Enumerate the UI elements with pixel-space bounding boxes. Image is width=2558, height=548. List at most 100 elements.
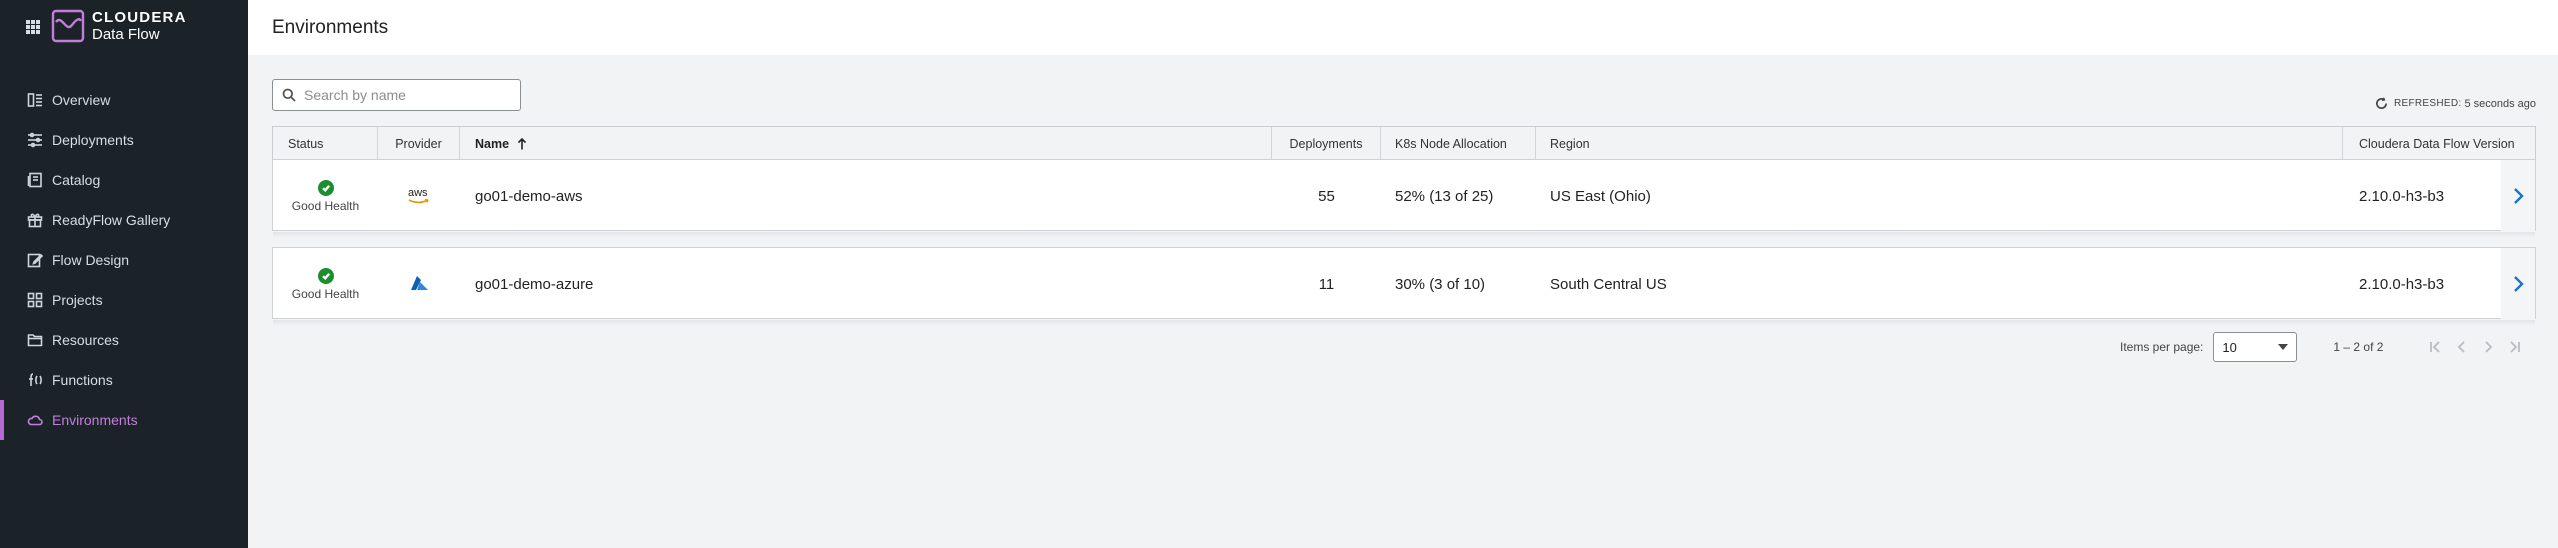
search-box[interactable] <box>272 79 521 111</box>
column-header-label: Provider <box>395 136 442 151</box>
sidebar-item-label: Catalog <box>52 172 101 188</box>
chevron-right-icon <box>2485 341 2493 353</box>
sidebar-item-label: Flow Design <box>52 252 130 268</box>
status-cell: Good Health <box>273 248 378 320</box>
column-header-label: Status <box>288 136 324 151</box>
region-cell: South Central US <box>1550 275 1667 293</box>
sidebar-item-catalog[interactable]: Catalog <box>0 160 248 200</box>
version-cell: 2.10.0-h3-b3 <box>2359 187 2445 205</box>
sidebar-item-projects[interactable]: Projects <box>0 280 248 320</box>
table-row[interactable]: Good Health go01-demo-azure 11 30% (3 of… <box>272 247 2536 326</box>
deployments-cell: 11 <box>1318 275 1335 293</box>
items-per-page-value: 10 <box>2222 339 2237 355</box>
chevron-left-icon <box>2458 341 2466 353</box>
sidebar-item-readyflow-gallery[interactable]: ReadyFlow Gallery <box>0 200 248 240</box>
deployments-icon <box>26 131 44 149</box>
k8s-allocation-cell: 52% (13 of 25) <box>1395 187 1494 205</box>
pagination: Items per page: 10 1 – 2 of 2 <box>2120 332 2527 362</box>
status-text: Good Health <box>291 286 360 301</box>
check-circle-icon <box>317 179 334 196</box>
refresh-time: 5 seconds ago <box>2464 97 2536 110</box>
column-header-label: Name <box>475 136 510 151</box>
column-header-status[interactable]: Status <box>273 127 378 160</box>
version-cell: 2.10.0-h3-b3 <box>2359 275 2445 293</box>
column-header-label: K8s Node Allocation <box>1395 136 1507 151</box>
refresh-status[interactable]: REFRESHED: 5 seconds ago <box>2375 97 2536 110</box>
refresh-icon <box>2376 97 2387 109</box>
column-header-region[interactable]: Region <box>1536 127 2343 160</box>
first-page-button[interactable] <box>2423 334 2449 360</box>
sidebar-item-flow-design[interactable]: Flow Design <box>0 240 248 280</box>
caret-down-icon <box>2278 344 2289 350</box>
status-cell: Good Health <box>273 160 378 232</box>
overview-icon <box>26 91 44 109</box>
items-per-page-label: Items per page: <box>2120 340 2204 354</box>
row-details-button[interactable] <box>2501 248 2535 320</box>
row-details-button[interactable] <box>2501 160 2535 232</box>
sort-ascending-icon <box>517 137 527 149</box>
sidebar-item-label: Overview <box>52 92 111 108</box>
sidebar-item-resources[interactable]: Resources <box>0 320 248 360</box>
gift-icon <box>26 211 44 229</box>
brand: CLOUDERA Data Flow <box>0 0 248 52</box>
refresh-label: REFRESHED: <box>2393 98 2462 109</box>
catalog-icon <box>26 171 44 189</box>
column-header-name[interactable]: Name <box>460 127 1272 160</box>
app-switcher-icon[interactable] <box>26 20 40 34</box>
sidebar-item-label: ReadyFlow Gallery <box>52 212 171 228</box>
column-header-k8s-allocation[interactable]: K8s Node Allocation <box>1381 127 1536 160</box>
table-row[interactable]: Good Health aws go01-demo-aws 55 52% (13… <box>272 159 2536 238</box>
brand-product: Data Flow <box>92 26 160 43</box>
chevron-right-icon <box>2514 276 2524 292</box>
sidebar-item-label: Resources <box>52 332 119 348</box>
next-page-button[interactable] <box>2475 334 2501 360</box>
dataflow-logo-icon <box>51 9 85 43</box>
sidebar-item-functions[interactable]: Functions <box>0 360 248 400</box>
last-page-button[interactable] <box>2501 334 2527 360</box>
region-cell: US East (Ohio) <box>1550 187 1651 205</box>
name-cell: go01-demo-azure <box>475 275 594 293</box>
environments-table: Status Provider Name Deployments K8s Nod… <box>272 126 2537 326</box>
sidebar: CLOUDERA Data Flow Overview Deployments … <box>0 0 248 548</box>
provider-cell <box>378 248 460 320</box>
sidebar-item-label: Projects <box>52 292 103 308</box>
sidebar-item-label: Environments <box>52 412 138 428</box>
deployments-cell: 55 <box>1318 187 1335 205</box>
name-cell: go01-demo-aws <box>475 187 583 205</box>
folder-icon <box>26 331 44 349</box>
edit-icon <box>26 251 44 269</box>
column-header-version[interactable]: Cloudera Data Flow Version <box>2343 127 2537 160</box>
column-header-provider[interactable]: Provider <box>378 127 460 160</box>
provider-text: aws <box>408 187 428 199</box>
brand-name: CLOUDERA Data Flow <box>92 9 187 43</box>
sidebar-nav: Overview Deployments Catalog ReadyFlow G… <box>0 80 248 440</box>
function-icon <box>26 371 44 389</box>
sidebar-item-environments[interactable]: Environments <box>0 400 248 440</box>
column-header-label: Region <box>1550 136 1590 151</box>
first-page-icon <box>2430 341 2441 353</box>
page-title: Environments <box>272 17 389 38</box>
column-header-label: Cloudera Data Flow Version <box>2359 136 2515 151</box>
page-header: Environments <box>248 0 2558 55</box>
check-circle-icon <box>317 267 334 284</box>
search-icon <box>282 88 296 102</box>
pagination-range: 1 – 2 of 2 <box>2333 340 2384 354</box>
last-page-icon <box>2510 341 2521 353</box>
cloud-icon <box>26 411 44 429</box>
brand-company: CLOUDERA <box>92 9 187 26</box>
k8s-allocation-cell: 30% (3 of 10) <box>1395 275 1486 293</box>
column-header-deployments[interactable]: Deployments <box>1272 127 1381 160</box>
provider-cell: aws <box>378 160 460 232</box>
projects-icon <box>26 291 44 309</box>
status-text: Good Health <box>291 198 360 213</box>
column-header-label: Deployments <box>1289 136 1363 151</box>
sidebar-item-deployments[interactable]: Deployments <box>0 120 248 160</box>
previous-page-button[interactable] <box>2449 334 2475 360</box>
items-per-page-select[interactable]: 10 <box>2213 332 2298 362</box>
azure-logo-icon <box>411 276 428 290</box>
chevron-right-icon <box>2514 188 2524 204</box>
sidebar-item-label: Functions <box>52 372 113 388</box>
search-input[interactable] <box>304 87 514 103</box>
sidebar-item-overview[interactable]: Overview <box>0 80 248 120</box>
table-header: Status Provider Name Deployments K8s Nod… <box>272 126 2537 160</box>
